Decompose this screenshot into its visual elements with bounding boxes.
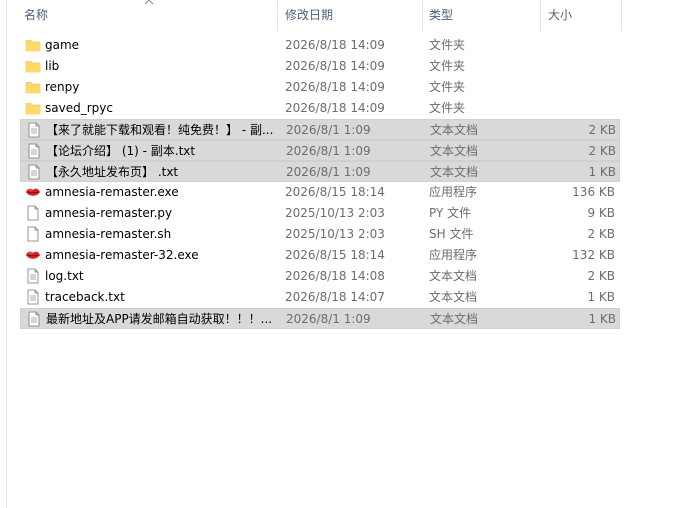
folder-icon	[25, 100, 41, 116]
file-modified-date: 2026/8/1 1:09	[286, 123, 371, 137]
file-name: amnesia-remaster.py	[45, 206, 173, 220]
file-type: 文本文档	[430, 312, 479, 326]
file-size: 2 KB	[587, 227, 615, 241]
file-row[interactable]: 【来了就能下载和观看！纯免费！】 - 副... 2026/8/1 1:09 文本…	[20, 119, 620, 140]
file-size: 2 KB	[588, 123, 616, 137]
file-size	[540, 77, 615, 98]
file-size: 2 KB	[587, 269, 615, 283]
file-name: 最新地址及APP请发邮箱自动获取！！！...	[46, 312, 273, 326]
file-row[interactable]: game 2026/8/18 14:09 文件夹	[20, 35, 620, 56]
column-header-bar: 名称 修改日期 类型 大小	[6, 0, 690, 31]
file-row[interactable]: amnesia-remaster.exe 2026/8/15 18:14 应用程…	[20, 182, 620, 203]
file-type: 文本文档	[429, 290, 478, 304]
column-header-name[interactable]: 名称	[20, 0, 278, 31]
text-file-icon	[25, 268, 41, 284]
file-type: SH 文件	[429, 227, 474, 241]
file-type: 文件夹	[429, 38, 466, 52]
file-modified-date: 2025/10/13 2:03	[285, 227, 385, 241]
file-row[interactable]: amnesia-remaster.py 2025/10/13 2:03 PY 文…	[20, 203, 620, 224]
file-name: 【永久地址发布页】 .txt	[46, 165, 179, 179]
file-icon	[25, 205, 41, 221]
file-row[interactable]: traceback.txt 2026/8/18 14:07 文本文档 1 KB	[20, 287, 620, 308]
file-row[interactable]: 【永久地址发布页】 .txt 2026/8/1 1:09 文本文档 1 KB	[20, 161, 620, 182]
file-size: 1 KB	[588, 312, 616, 326]
file-type: 文件夹	[429, 80, 466, 94]
file-type: 应用程序	[429, 248, 478, 262]
file-list: game 2026/8/18 14:09 文件夹 lib 2026/8/18 1…	[20, 35, 620, 329]
file-type: 文本文档	[429, 269, 478, 283]
file-modified-date: 2026/8/15 18:14	[285, 185, 385, 199]
text-file-icon	[26, 143, 42, 159]
file-row[interactable]: saved_rpyc 2026/8/18 14:09 文件夹	[20, 98, 620, 119]
file-modified-date: 2026/8/15 18:14	[285, 248, 385, 262]
lips-app-icon	[25, 247, 41, 263]
file-icon	[25, 226, 41, 242]
file-modified-date: 2026/8/18 14:08	[285, 269, 385, 283]
file-size: 132 KB	[572, 248, 615, 262]
file-modified-date: 2026/8/18 14:09	[285, 59, 385, 73]
folder-icon	[25, 79, 41, 95]
text-file-icon	[25, 289, 41, 305]
file-size	[540, 35, 615, 56]
file-name: lib	[45, 59, 60, 73]
file-row[interactable]: lib 2026/8/18 14:09 文件夹	[20, 56, 620, 77]
file-type: 文本文档	[430, 123, 479, 137]
navigation-pane-edge	[0, 0, 7, 508]
text-file-icon	[26, 164, 42, 180]
file-row[interactable]: amnesia-remaster.sh 2025/10/13 2:03 SH 文…	[20, 224, 620, 245]
file-size: 136 KB	[572, 185, 615, 199]
file-name: amnesia-remaster-32.exe	[45, 248, 199, 262]
file-name: log.txt	[45, 269, 84, 283]
file-modified-date: 2026/8/18 14:07	[285, 290, 385, 304]
file-size: 1 KB	[588, 165, 616, 179]
file-row[interactable]: amnesia-remaster-32.exe 2026/8/15 18:14 …	[20, 245, 620, 266]
column-header-size[interactable]: 大小	[544, 0, 622, 31]
file-name: renpy	[45, 80, 80, 94]
file-row[interactable]: 最新地址及APP请发邮箱自动获取！！！... 2026/8/1 1:09 文本文…	[20, 308, 620, 329]
file-size: 1 KB	[587, 290, 615, 304]
column-header-date[interactable]: 修改日期	[281, 0, 423, 31]
file-row[interactable]: renpy 2026/8/18 14:09 文件夹	[20, 77, 620, 98]
file-name: game	[45, 38, 80, 52]
lips-app-icon	[25, 184, 41, 200]
text-file-icon	[26, 311, 42, 327]
file-name: amnesia-remaster.exe	[45, 185, 179, 199]
file-modified-date: 2026/8/1 1:09	[286, 312, 371, 326]
file-row[interactable]: 【论坛介绍】 (1) - 副本.txt 2026/8/1 1:09 文本文档 2…	[20, 140, 620, 161]
file-modified-date: 2026/8/1 1:09	[286, 165, 371, 179]
file-modified-date: 2026/8/18 14:09	[285, 38, 385, 52]
folder-icon	[25, 37, 41, 53]
file-row[interactable]: log.txt 2026/8/18 14:08 文本文档 2 KB	[20, 266, 620, 287]
column-header-type[interactable]: 类型	[425, 0, 541, 31]
file-type: 文本文档	[430, 165, 479, 179]
file-type: 应用程序	[429, 185, 478, 199]
file-type: 文本文档	[430, 144, 479, 158]
file-type: 文件夹	[429, 101, 466, 115]
file-name: 【论坛介绍】 (1) - 副本.txt	[46, 144, 196, 158]
file-size	[540, 98, 615, 119]
file-type: 文件夹	[429, 59, 466, 73]
text-file-icon	[26, 122, 42, 138]
file-type: PY 文件	[429, 206, 472, 220]
file-modified-date: 2025/10/13 2:03	[285, 206, 385, 220]
file-modified-date: 2026/8/1 1:09	[286, 144, 371, 158]
folder-icon	[25, 58, 41, 74]
file-name: traceback.txt	[45, 290, 125, 304]
file-size: 9 KB	[587, 206, 615, 220]
file-name: 【来了就能下载和观看！纯免费！】 - 副...	[46, 123, 274, 137]
file-name: saved_rpyc	[45, 101, 113, 115]
file-modified-date: 2026/8/18 14:09	[285, 80, 385, 94]
file-size	[540, 56, 615, 77]
file-size: 2 KB	[588, 144, 616, 158]
file-name: amnesia-remaster.sh	[45, 227, 172, 241]
file-modified-date: 2026/8/18 14:09	[285, 101, 385, 115]
